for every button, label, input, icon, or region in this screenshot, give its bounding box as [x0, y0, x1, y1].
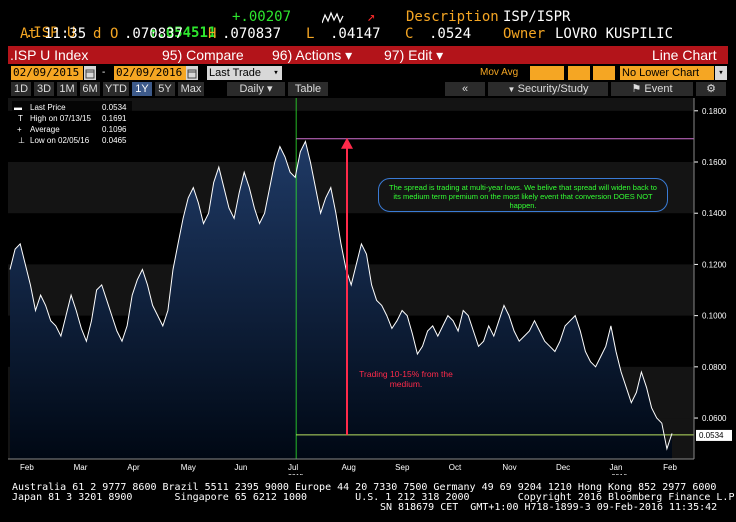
calendar-icon[interactable] — [84, 66, 96, 80]
frequency-select[interactable]: Daily ▾ — [227, 82, 285, 96]
x-tick-label: Aug — [342, 463, 356, 472]
x-tick-label: Jun — [234, 463, 247, 472]
legend-average-value: 0.1096 — [102, 125, 127, 134]
security-study-button[interactable]: ▼ Security/Study — [488, 82, 608, 96]
arrow-head — [341, 137, 353, 149]
comment-annotation[interactable]: The spread is trading at multi-year lows… — [378, 178, 668, 212]
high-label: H — [208, 26, 217, 42]
end-date-input[interactable]: 02/09/2016 — [114, 66, 186, 80]
index-label: .ISP U Index — [10, 46, 130, 64]
x-year-label: 2015 — [288, 474, 304, 475]
gear-icon[interactable]: ⚙ — [696, 82, 726, 96]
x-tick-label: Feb — [20, 463, 34, 472]
x-tick-label: Oct — [449, 463, 462, 472]
high-marker-icon: T — [18, 114, 23, 123]
open-value: .070837 — [124, 26, 184, 42]
low-value: .04147 — [330, 26, 381, 42]
flag-icon: ⚑ — [631, 83, 645, 95]
close-value: .0524 — [429, 26, 472, 42]
average-marker-icon: + — [17, 125, 22, 134]
x-tick-label: Feb — [663, 463, 677, 472]
mov-avg-input-3[interactable] — [593, 66, 615, 80]
y-tick-label: 0.1800 — [702, 107, 727, 116]
period-button-5y[interactable]: 5Y — [155, 82, 175, 96]
y-tick-label: 0.1600 — [702, 158, 727, 167]
legend-high-label: High on 07/13/15 — [30, 114, 91, 123]
compare-button[interactable]: 95) Compare — [158, 46, 248, 64]
x-tick-label: May — [181, 463, 196, 472]
d-label: d — [93, 26, 102, 42]
legend-high-value: 0.1691 — [102, 114, 127, 123]
low-label: L — [306, 26, 315, 42]
high-value: .070837 — [222, 26, 282, 42]
x-tick-label: Mar — [74, 463, 88, 472]
description-value: ISP/ISPR — [503, 9, 571, 25]
alert-arrow-icon[interactable]: ↗ — [367, 9, 375, 25]
x-tick-label: Apr — [127, 463, 140, 472]
period-button-1y[interactable]: 1Y — [132, 82, 152, 96]
triangle-down-icon: ▼ — [507, 85, 518, 94]
chart-type-label: Line Chart — [648, 46, 721, 64]
x-year-label: 2016 — [612, 474, 628, 475]
price-chart[interactable]: 0.0600 0.0800 0.1000 0.1200 0.1400 0.1600 0.18… — [0, 97, 736, 475]
low-marker-icon: ⊥ — [18, 136, 25, 145]
period-button-max[interactable]: Max — [178, 82, 204, 96]
legend-average-label: Average — [30, 125, 60, 134]
x-tick-label: Sep — [395, 463, 410, 472]
legend-low-label: Low on 02/05/16 — [30, 136, 90, 145]
event-button[interactable]: ⚑ Event — [611, 82, 693, 96]
x-tick-label: Jan — [610, 463, 623, 472]
at-label: At — [20, 26, 37, 42]
legend-last-swatch: ▬ — [14, 103, 22, 112]
y-tick-label: 0.1200 — [702, 260, 727, 269]
description-label: Description — [406, 9, 499, 25]
period-button-1m[interactable]: 1M — [57, 82, 77, 96]
edit-button[interactable]: 97) Edit ▾ — [380, 46, 448, 64]
legend-low-value: 0.0465 — [102, 136, 127, 145]
field-select[interactable]: Last Trade — [207, 66, 271, 80]
arrow-note[interactable]: Trading 10-15% from the medium. — [350, 369, 462, 389]
date-range-dash: - — [102, 67, 106, 78]
x-tick-label: Nov — [502, 463, 516, 472]
sparkline-icon — [321, 10, 344, 24]
owner-value: LOVRO KUSPILIC — [555, 26, 674, 42]
actions-button[interactable]: 96) Actions ▾ — [268, 46, 357, 64]
y-tick-label: 0.1000 — [702, 312, 727, 321]
chart-legend: ▬ Last Price 0.0534 T High on 07/13/15 0… — [12, 101, 132, 149]
chevron-down-icon[interactable]: ▾ — [715, 66, 727, 80]
period-button-6m[interactable]: 6M — [80, 82, 100, 96]
open-label: O — [110, 26, 119, 42]
start-date-input[interactable]: 02/09/2015 — [11, 66, 83, 80]
table-button[interactable]: Table — [288, 82, 328, 96]
footer-session: SN 818679 CET GMT+1:00 H718-1899-3 09-Fe… — [380, 502, 718, 513]
mov-avg-input-1[interactable] — [530, 66, 564, 80]
lower-chart-select[interactable]: No Lower Chart — [620, 66, 714, 80]
period-button-1d[interactable]: 1D — [11, 82, 31, 96]
period-button-3d[interactable]: 3D — [34, 82, 54, 96]
x-tick-label: Dec — [556, 463, 570, 472]
back-icon[interactable]: « — [445, 82, 485, 96]
x-tick-label: Jul — [288, 463, 298, 472]
time-value: 11:35 — [44, 26, 87, 42]
change-value: +.00207 — [232, 9, 292, 25]
legend-last-label: Last Price — [30, 103, 66, 112]
last-value-label: 0.0534 — [699, 431, 724, 440]
y-tick-label: 0.0800 — [702, 363, 727, 372]
legend-last-value: 0.0534 — [102, 103, 127, 112]
y-tick-label: 0.0600 — [702, 414, 727, 423]
period-button-ytd[interactable]: YTD — [103, 82, 129, 96]
close-label: C — [405, 26, 414, 42]
calendar-icon[interactable] — [186, 66, 198, 80]
owner-label: Owner — [503, 26, 546, 42]
y-tick-label: 0.1400 — [702, 209, 727, 218]
chevron-down-icon[interactable]: ▾ — [270, 66, 282, 80]
mov-avg-label: Mov Avg — [480, 67, 519, 78]
mov-avg-input-2[interactable] — [568, 66, 590, 80]
